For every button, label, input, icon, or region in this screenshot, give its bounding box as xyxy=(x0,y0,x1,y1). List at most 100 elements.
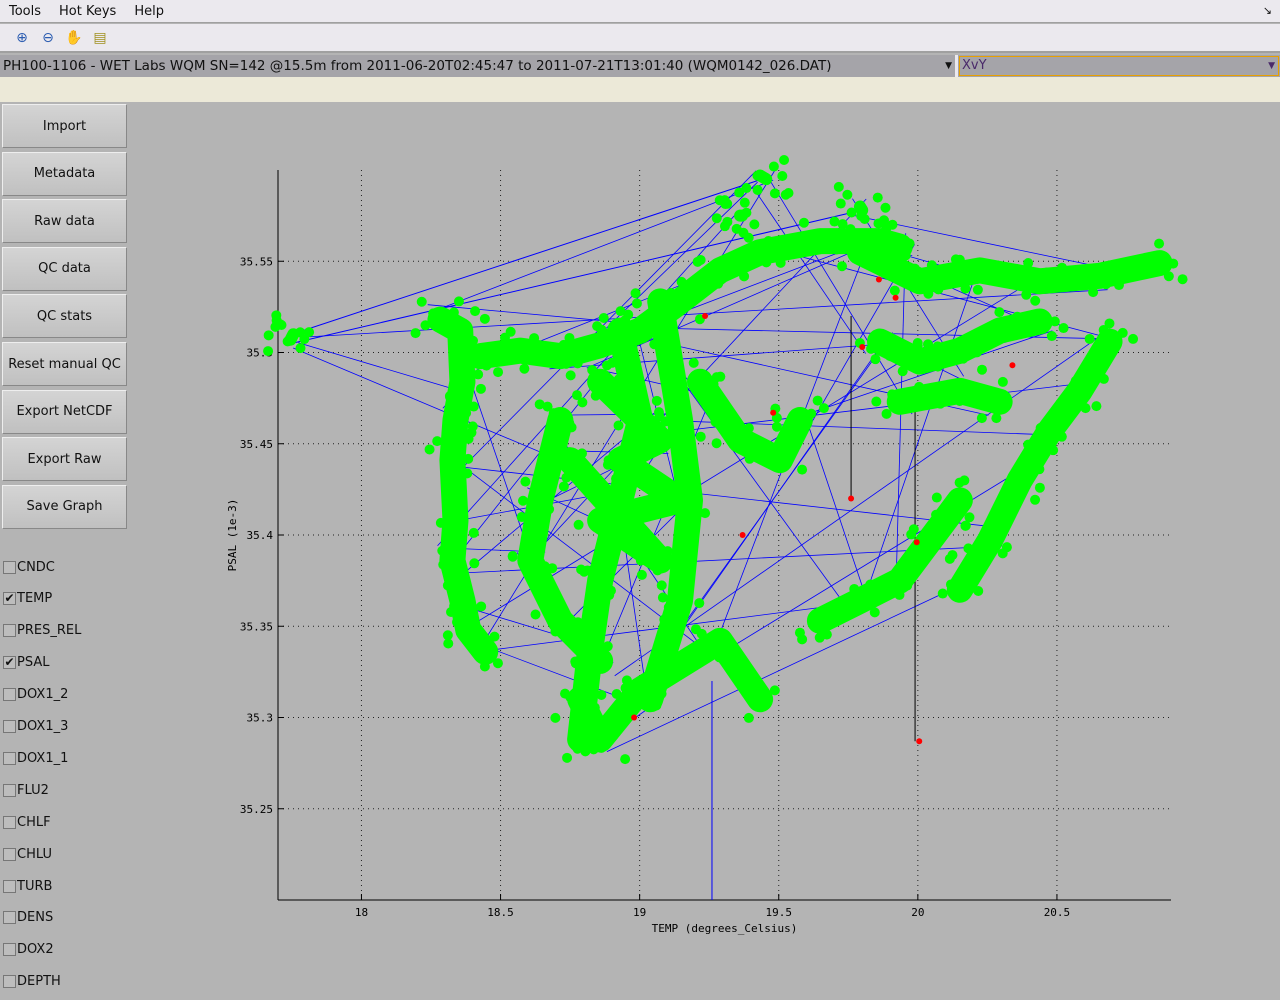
good-data-point xyxy=(949,492,960,503)
good-data-point xyxy=(739,271,750,282)
good-data-point xyxy=(923,288,934,299)
good-data-point xyxy=(691,279,702,290)
good-data-point xyxy=(961,565,972,576)
good-data-point xyxy=(1088,287,1099,298)
good-data-point xyxy=(1050,273,1061,284)
good-data-point xyxy=(639,327,650,338)
good-data-point xyxy=(929,527,940,538)
good-data-point xyxy=(550,626,561,637)
good-data-point xyxy=(1071,269,1082,280)
good-data-point xyxy=(830,603,841,614)
good-data-point xyxy=(976,413,987,424)
good-data-point xyxy=(780,189,791,200)
good-data-point xyxy=(457,391,468,402)
good-data-point xyxy=(892,243,903,254)
good-data-point xyxy=(1102,334,1113,345)
good-data-point xyxy=(932,361,943,372)
good-data-point xyxy=(450,505,461,516)
good-data-point xyxy=(572,358,583,369)
good-data-point xyxy=(574,465,585,476)
good-data-point xyxy=(1020,478,1031,489)
good-data-point xyxy=(806,408,817,419)
good-data-point xyxy=(744,453,755,464)
good-data-point xyxy=(477,634,488,645)
good-data-point xyxy=(463,433,474,444)
good-data-point xyxy=(798,217,809,228)
good-data-point xyxy=(730,260,741,271)
good-data-point xyxy=(647,691,658,702)
good-data-point xyxy=(992,405,1003,416)
good-data-point xyxy=(1032,316,1043,327)
good-data-point xyxy=(743,712,754,723)
good-data-point xyxy=(779,154,790,165)
good-data-point xyxy=(897,366,908,377)
good-data-point xyxy=(416,296,427,307)
good-data-point xyxy=(1012,311,1023,322)
good-data-point xyxy=(738,682,749,693)
good-data-point xyxy=(470,306,481,317)
good-data-point xyxy=(564,418,575,429)
good-data-point xyxy=(1030,494,1041,505)
good-data-point xyxy=(420,320,431,331)
data-line xyxy=(806,420,867,598)
y-tick-label: 35.45 xyxy=(240,438,273,451)
data-line xyxy=(291,209,863,344)
good-data-point xyxy=(1034,464,1045,475)
good-data-point xyxy=(1018,470,1029,481)
x-tick-label: 18 xyxy=(355,906,368,919)
good-data-point xyxy=(1098,373,1109,384)
good-data-point xyxy=(803,237,814,248)
good-data-point xyxy=(1163,271,1174,282)
good-data-point xyxy=(453,296,464,307)
good-data-point xyxy=(461,634,472,645)
good-data-point xyxy=(299,334,310,345)
good-data-point xyxy=(958,353,969,364)
good-data-point xyxy=(410,328,421,339)
good-data-point xyxy=(576,448,587,459)
xy-plot[interactable]: 18 18.5 19 19.5 20 20.5 35.25 35.3 35.35 35.4 35.4… xyxy=(0,0,1280,1000)
good-data-point xyxy=(933,284,944,295)
good-data-point xyxy=(829,216,840,227)
good-data-point xyxy=(1103,264,1114,275)
good-data-point xyxy=(460,582,471,593)
good-data-point xyxy=(550,712,561,723)
good-data-point xyxy=(694,598,705,609)
good-data-point xyxy=(579,657,590,668)
good-data-point xyxy=(739,197,750,208)
good-data-point xyxy=(424,444,435,455)
good-data-point xyxy=(945,579,956,590)
good-data-point xyxy=(589,702,600,713)
good-data-point xyxy=(435,517,446,528)
good-data-point xyxy=(881,408,892,419)
good-data-point xyxy=(530,609,541,620)
good-data-point xyxy=(635,555,646,566)
flagged-data-point xyxy=(916,738,923,745)
x-tick-label: 20 xyxy=(911,906,924,919)
good-data-point xyxy=(481,360,492,371)
good-data-point xyxy=(453,469,464,480)
data-line xyxy=(291,178,763,335)
good-data-point xyxy=(845,224,856,235)
good-data-point xyxy=(473,369,484,380)
good-data-point xyxy=(548,408,559,419)
good-data-point xyxy=(955,378,966,389)
x-tick-label: 20.5 xyxy=(1044,906,1071,919)
good-data-point xyxy=(630,288,641,299)
good-data-point xyxy=(446,607,457,618)
good-data-point xyxy=(448,307,459,318)
good-data-point xyxy=(452,580,463,591)
good-data-point xyxy=(910,548,921,559)
good-data-point xyxy=(1062,401,1073,412)
good-data-point xyxy=(613,500,624,511)
good-data-point xyxy=(1030,295,1041,306)
good-data-point xyxy=(1021,289,1032,300)
y-axis-label: PSAL (1e-3) xyxy=(226,499,239,572)
good-data-point xyxy=(602,360,613,371)
good-data-point xyxy=(646,665,657,676)
good-data-point xyxy=(926,260,937,271)
good-data-point xyxy=(451,589,462,600)
good-data-point xyxy=(973,585,984,596)
good-data-point xyxy=(835,613,846,624)
good-data-point xyxy=(467,421,478,432)
good-data-point xyxy=(475,383,486,394)
